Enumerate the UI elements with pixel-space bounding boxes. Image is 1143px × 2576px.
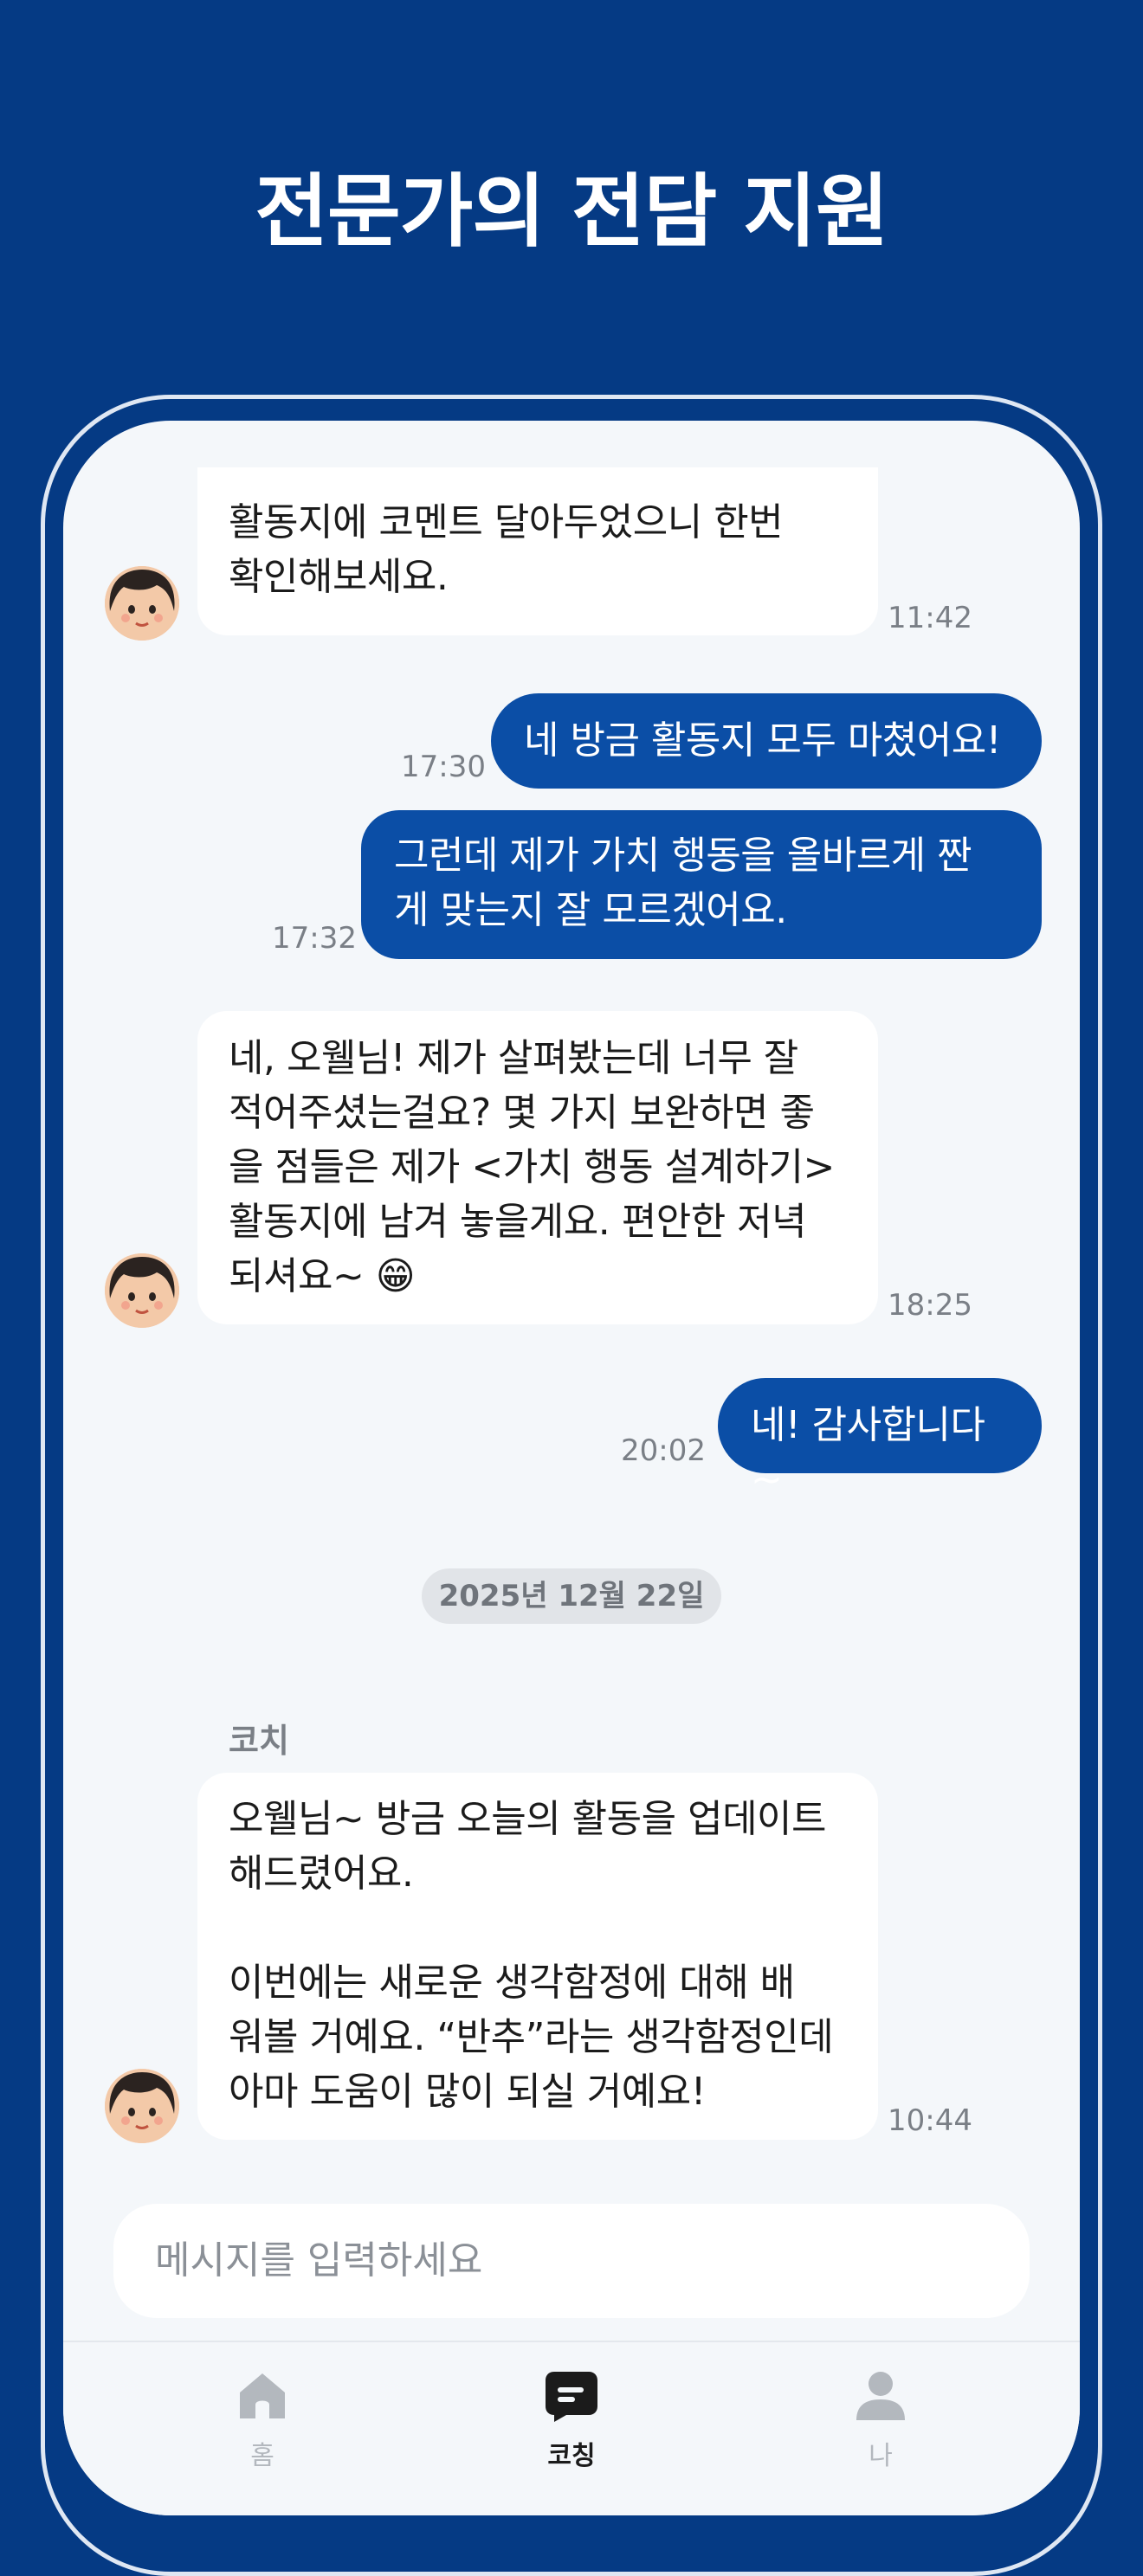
incoming-message-bubble: 네, 오웰님! 제가 살펴봤는데 너무 잘 적어주셨는걸요? 몇 가지 보완하면… xyxy=(197,1011,878,1324)
chat-icon xyxy=(546,2372,597,2422)
message-time: 11:42 xyxy=(888,601,972,635)
message-time: 18:25 xyxy=(888,1288,972,1323)
tab-me-label: 나 xyxy=(869,2441,893,2471)
message-time: 20:02 xyxy=(621,1433,706,1468)
message-time: 10:44 xyxy=(888,2103,972,2138)
outgoing-message-bubble: 그런데 제가 가치 행동을 올바르게 짠 게 맞는지 잘 모르겠어요. xyxy=(361,810,1042,959)
chat-thread[interactable]: 활동지에 코멘트 달아두었으니 한번 확인해보세요. 11:42 네 방금 활동… xyxy=(63,421,1080,2342)
outgoing-message-bubble: 네! 감사합니다~ xyxy=(718,1378,1042,1502)
home-icon xyxy=(240,2373,285,2418)
person-icon xyxy=(856,2372,905,2420)
incoming-message-bubble: 오웰님~ 방금 오늘의 활동을 업데이트 해드렸어요. 이번에는 새로운 생각함… xyxy=(197,1773,878,2140)
outgoing-message-bubble: 네 방금 활동지 모두 마쳤어요! xyxy=(491,693,1042,789)
date-divider: 2025년 12월 22일 xyxy=(422,1568,721,1624)
coach-avatar[interactable] xyxy=(105,1253,179,1328)
coach-avatar[interactable] xyxy=(105,2069,179,2143)
phone-screen: 활동지에 코멘트 달아두었으니 한번 확인해보세요. 11:42 네 방금 활동… xyxy=(63,421,1080,2515)
message-input[interactable]: 메시지를 입력하세요 xyxy=(113,2204,1030,2318)
incoming-message-bubble: 활동지에 코멘트 달아두었으니 한번 확인해보세요. xyxy=(197,467,878,635)
coach-avatar[interactable] xyxy=(105,566,179,641)
tab-home-label: 홈 xyxy=(250,2441,274,2471)
page-headline: 전문가의 전담 지원 xyxy=(255,165,888,258)
message-time: 17:32 xyxy=(272,921,357,956)
sender-name: 코치 xyxy=(229,1722,289,1760)
message-time: 17:30 xyxy=(401,750,486,784)
tab-coaching-label: 코칭 xyxy=(547,2441,596,2471)
bottom-tab-bar: 홈 코칭 나 xyxy=(63,2341,1080,2515)
